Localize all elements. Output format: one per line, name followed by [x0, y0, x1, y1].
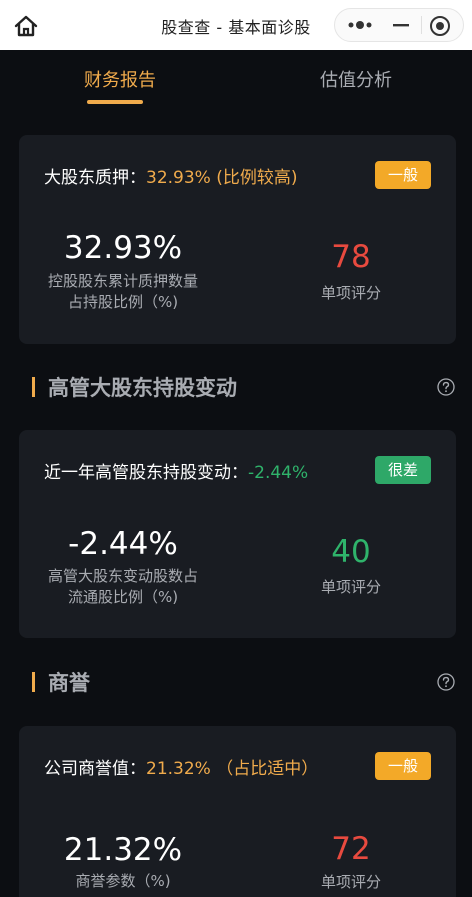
metric-description-line1: 控股股东累计质押数量	[47, 272, 198, 290]
card-header-value: -2.44%	[248, 463, 309, 483]
rating-badge: 很差	[375, 456, 431, 484]
tab-financial-report[interactable]: 财务报告	[84, 66, 156, 92]
minimize-icon[interactable]	[391, 17, 411, 33]
close-target-icon[interactable]	[429, 15, 451, 37]
metric-value: 32.93%	[63, 230, 183, 266]
item-score-label: 单项评分	[320, 873, 381, 891]
pledge-card: 大股东质押：32.93% (比例较高) 一般 32.93% 控股股东累计质押数量…	[19, 135, 456, 344]
section-header-insider-holding: 高管大股东持股变动	[0, 367, 472, 407]
metric-description-line1: 商誉参数（%)	[75, 872, 171, 890]
card-header: 大股东质押：32.93% (比例较高)	[44, 163, 298, 188]
card-header-value: 21.32% （占比适中）	[146, 759, 319, 779]
capsule-divider	[421, 16, 422, 34]
more-dots-icon[interactable]	[345, 17, 375, 33]
title-bar: 股查查 - 基本面诊股	[0, 0, 472, 50]
section-title: 高管大股东持股变动	[48, 376, 237, 400]
card-header-value: 32.93% (比例较高)	[146, 168, 298, 188]
rating-badge: 一般	[375, 161, 431, 189]
tab-valuation-analysis[interactable]: 估值分析	[320, 66, 392, 92]
card-header: 近一年高管股东持股变动：-2.44%	[44, 458, 308, 483]
tab-bar: 财务报告 估值分析	[0, 50, 472, 114]
goodwill-card: 公司商誉值：21.32% （占比适中） 一般 21.32% 商誉参数（%) 72…	[19, 726, 456, 897]
insider-change-card: 近一年高管股东持股变动：-2.44% 很差 -2.44% 高管大股东变动股数占 …	[19, 430, 456, 638]
section-title: 商誉	[48, 671, 90, 695]
item-score: 72	[331, 831, 371, 867]
metric-description-line2: 占持股比例（%)	[67, 293, 179, 311]
rating-badge: 一般	[375, 752, 431, 780]
item-score-label: 单项评分	[320, 284, 381, 302]
card-header-label: 公司商誉值：	[44, 759, 146, 779]
metric-description-line2: 流通股比例（%)	[67, 588, 179, 606]
item-score-label: 单项评分	[320, 578, 381, 596]
active-tab-indicator	[87, 100, 143, 104]
metric-description-line1: 高管大股东变动股数占	[47, 567, 198, 585]
item-score: 78	[331, 239, 371, 275]
help-circle-icon[interactable]	[437, 378, 455, 396]
mini-program-capsule	[334, 8, 464, 42]
metric-value: 21.32%	[63, 832, 183, 868]
card-header: 公司商誉值：21.32% （占比适中）	[44, 754, 318, 779]
item-score: 40	[331, 534, 371, 570]
section-header-goodwill: 商誉	[0, 662, 472, 702]
section-accent-bar	[32, 377, 35, 397]
help-circle-icon[interactable]	[437, 673, 455, 691]
section-accent-bar	[32, 672, 35, 692]
metric-value: -2.44%	[68, 526, 178, 562]
card-header-label: 近一年高管股东持股变动：	[44, 463, 248, 483]
card-header-label: 大股东质押：	[44, 168, 146, 188]
